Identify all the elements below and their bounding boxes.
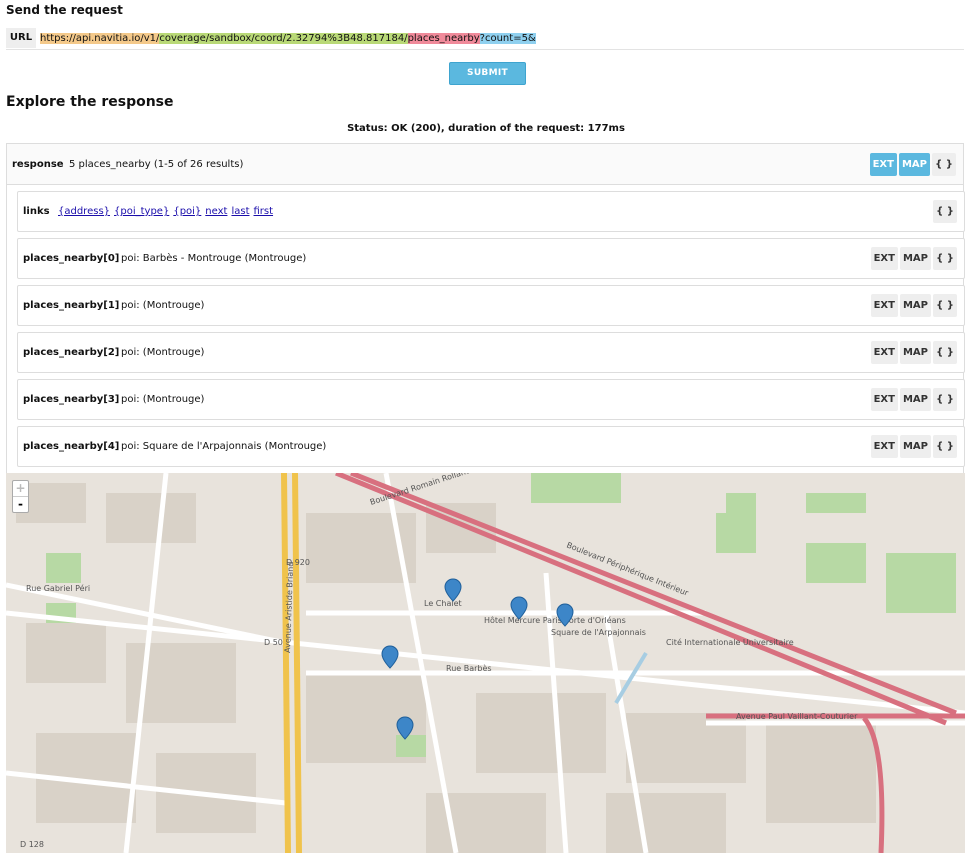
map-button[interactable]: MAP xyxy=(899,294,931,317)
map-label: Avenue Paul Vaillant-Couturier xyxy=(736,712,858,721)
map-label: D 920 xyxy=(286,558,310,567)
zoom-in-button[interactable]: + xyxy=(13,481,28,497)
url-part-params[interactable]: ?count=5& xyxy=(479,33,536,44)
links-panel: links {address} {poi_type} {poi} next last fi… xyxy=(17,191,965,232)
status-text: Status: OK (200), duration of the reques… xyxy=(347,123,625,134)
json-button[interactable]: { } xyxy=(933,200,957,223)
ext-button[interactable]: EXT xyxy=(870,247,898,270)
json-button[interactable]: { } xyxy=(933,388,957,411)
map-button[interactable]: MAP xyxy=(899,247,931,270)
place-value: poi: Barbès - Montrouge (Montrouge) xyxy=(121,253,307,264)
place-value: poi: (Montrouge) xyxy=(121,347,205,358)
map-label: Rue Gabriel Péri xyxy=(26,583,90,593)
place-key: places_nearby[1] xyxy=(23,300,120,311)
place-value: poi: (Montrouge) xyxy=(121,300,205,311)
place-row: places_nearby[4] poi: Square de l'Arpajo… xyxy=(17,426,965,467)
map-label: D 128 xyxy=(20,840,44,849)
zoom-out-button[interactable]: - xyxy=(13,497,28,512)
place-value: poi: Square de l'Arpajonnais (Montrouge) xyxy=(121,441,327,452)
explore-response-heading: Explore the response xyxy=(6,94,174,110)
map-button[interactable]: MAP xyxy=(899,388,931,411)
map-button[interactable]: MAP xyxy=(898,153,930,176)
place-row: places_nearby[3] poi: (Montrouge) EXT MA… xyxy=(17,379,965,420)
place-key: places_nearby[4] xyxy=(23,441,120,452)
link-first[interactable]: first xyxy=(254,206,274,217)
place-key: places_nearby[0] xyxy=(23,253,120,264)
map-button[interactable]: MAP xyxy=(899,435,931,458)
response-summary: 5 places_nearby (1-5 of 26 results) xyxy=(69,159,244,170)
place-value: poi: (Montrouge) xyxy=(121,394,205,405)
ext-button[interactable]: EXT xyxy=(870,341,898,364)
response-key: response xyxy=(12,159,64,170)
map-label: Cité Internationale Universitaire xyxy=(666,637,794,647)
link-poi-type[interactable]: {poi_type} xyxy=(114,206,169,217)
map-label: Hôtel Mercure Paris Porte d'Orléans xyxy=(484,615,626,625)
json-button[interactable]: { } xyxy=(933,247,957,270)
links-key: links xyxy=(23,206,50,217)
map-label: Le Chalet xyxy=(424,599,462,608)
map-button[interactable]: MAP xyxy=(899,341,931,364)
send-request-heading: Send the request xyxy=(6,3,123,17)
json-button[interactable]: { } xyxy=(933,341,957,364)
response-panel: response 5 places_nearby (1-5 of 26 resu… xyxy=(6,143,964,185)
place-row: places_nearby[1] poi: (Montrouge) EXT MA… xyxy=(17,285,965,326)
map-canvas[interactable]: Rue Gabriel Péri Rue Barbès Avenue Paul … xyxy=(6,473,965,853)
json-button[interactable]: { } xyxy=(933,294,957,317)
zoom-control: + - xyxy=(12,480,29,513)
ext-button[interactable]: EXT xyxy=(870,435,898,458)
place-key: places_nearby[3] xyxy=(23,394,120,405)
url-row: URL https://api.navitia.io/v1/coverage/s… xyxy=(6,28,964,50)
url-part-path[interactable]: coverage/sandbox/coord/2.32794%3B48.8171… xyxy=(159,33,408,44)
ext-button[interactable]: EXT xyxy=(870,388,898,411)
url-part-base[interactable]: https://api.navitia.io/v1/ xyxy=(40,33,160,44)
map-label: Square de l'Arpajonnais xyxy=(551,628,646,637)
link-address[interactable]: {address} xyxy=(58,206,110,217)
ext-button[interactable]: EXT xyxy=(869,153,897,176)
link-poi[interactable]: {poi} xyxy=(173,206,201,217)
place-key: places_nearby[2] xyxy=(23,347,120,358)
place-row: places_nearby[0] poi: Barbès - Montrouge… xyxy=(17,238,965,279)
json-button[interactable]: { } xyxy=(933,435,957,458)
url-label: URL xyxy=(6,28,36,48)
submit-button[interactable]: SUBMIT xyxy=(449,62,526,85)
url-part-api[interactable]: places_nearby xyxy=(407,33,480,44)
link-next[interactable]: next xyxy=(205,206,227,217)
map-label: D 50 xyxy=(264,638,283,647)
links-list: {address} {poi_type} {poi} next last first xyxy=(58,206,277,217)
json-button[interactable]: { } xyxy=(932,153,956,176)
map-label: Rue Barbès xyxy=(446,663,492,673)
ext-button[interactable]: EXT xyxy=(870,294,898,317)
url-input[interactable]: https://api.navitia.io/v1/coverage/sandb… xyxy=(40,32,536,45)
map-view[interactable]: Rue Gabriel Péri Rue Barbès Avenue Paul … xyxy=(6,473,965,853)
place-row: places_nearby[2] poi: (Montrouge) EXT MA… xyxy=(17,332,965,373)
link-last[interactable]: last xyxy=(231,206,249,217)
